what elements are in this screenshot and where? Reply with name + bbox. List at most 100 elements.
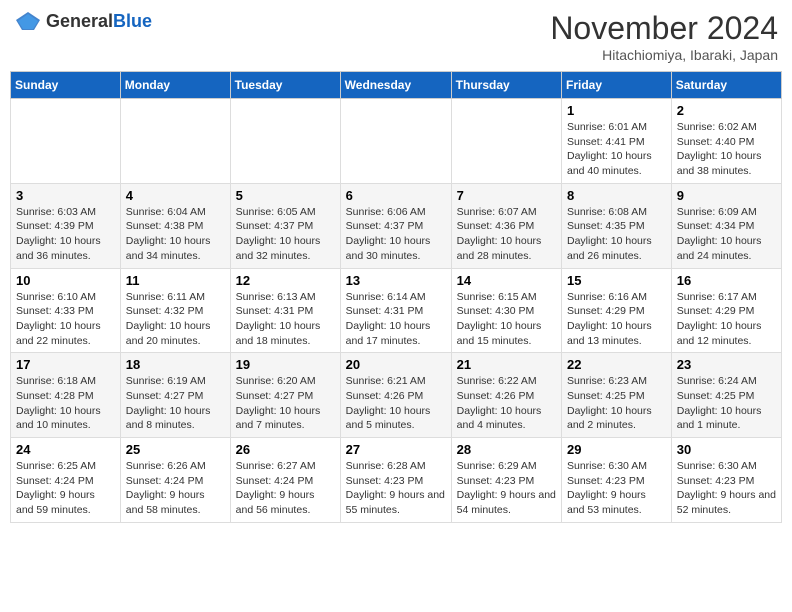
table-row: 29 Sunrise: 6:30 AM Sunset: 4:23 PM Dayli… [562,438,672,523]
day-number: 8 [567,188,666,203]
logo-text: GeneralBlue [46,11,152,32]
day-info: Sunrise: 6:27 AM Sunset: 4:24 PM Dayligh… [236,459,335,518]
header-tuesday: Tuesday [230,72,340,99]
day-info: Sunrise: 6:04 AM Sunset: 4:38 PM Dayligh… [126,205,225,264]
table-row: 8 Sunrise: 6:08 AM Sunset: 4:35 PM Daylig… [562,183,672,268]
table-row: 24 Sunrise: 6:25 AM Sunset: 4:24 PM Dayli… [11,438,121,523]
day-info: Sunrise: 6:23 AM Sunset: 4:25 PM Dayligh… [567,374,666,433]
day-info: Sunrise: 6:09 AM Sunset: 4:34 PM Dayligh… [677,205,776,264]
header-saturday: Saturday [671,72,781,99]
table-row: 14 Sunrise: 6:15 AM Sunset: 4:30 PM Dayli… [451,268,561,353]
day-info: Sunrise: 6:25 AM Sunset: 4:24 PM Dayligh… [16,459,115,518]
table-row: 28 Sunrise: 6:29 AM Sunset: 4:23 PM Dayli… [451,438,561,523]
table-row: 20 Sunrise: 6:21 AM Sunset: 4:26 PM Dayli… [340,353,451,438]
day-number: 7 [457,188,556,203]
table-row: 1 Sunrise: 6:01 AM Sunset: 4:41 PM Daylig… [562,99,672,184]
calendar-table: Sunday Monday Tuesday Wednesday Thursday… [10,71,782,523]
day-info: Sunrise: 6:06 AM Sunset: 4:37 PM Dayligh… [346,205,446,264]
day-number: 21 [457,357,556,372]
day-info: Sunrise: 6:02 AM Sunset: 4:40 PM Dayligh… [677,120,776,179]
day-number: 22 [567,357,666,372]
header-friday: Friday [562,72,672,99]
calendar-header: Sunday Monday Tuesday Wednesday Thursday… [11,72,782,99]
day-info: Sunrise: 6:28 AM Sunset: 4:23 PM Dayligh… [346,459,446,518]
day-info: Sunrise: 6:18 AM Sunset: 4:28 PM Dayligh… [16,374,115,433]
table-row: 6 Sunrise: 6:06 AM Sunset: 4:37 PM Daylig… [340,183,451,268]
table-row [451,99,561,184]
day-number: 29 [567,442,666,457]
day-info: Sunrise: 6:26 AM Sunset: 4:24 PM Dayligh… [126,459,225,518]
table-row: 16 Sunrise: 6:17 AM Sunset: 4:29 PM Dayli… [671,268,781,353]
title-area: November 2024 Hitachiomiya, Ibaraki, Jap… [550,10,778,63]
table-row: 3 Sunrise: 6:03 AM Sunset: 4:39 PM Daylig… [11,183,121,268]
day-number: 3 [16,188,115,203]
header-wednesday: Wednesday [340,72,451,99]
header-sunday: Sunday [11,72,121,99]
table-row [120,99,230,184]
day-number: 9 [677,188,776,203]
table-row: 19 Sunrise: 6:20 AM Sunset: 4:27 PM Dayli… [230,353,340,438]
day-number: 18 [126,357,225,372]
table-row [340,99,451,184]
table-row: 27Sunrise: 6:28 AM Sunset: 4:23 PM Dayli… [340,438,451,523]
day-number: 15 [567,273,666,288]
day-info: Sunrise: 6:30 AM Sunset: 4:23 PM Dayligh… [677,459,776,518]
table-row: 4 Sunrise: 6:04 AM Sunset: 4:38 PM Daylig… [120,183,230,268]
day-number: 19 [236,357,335,372]
day-number: 11 [126,273,225,288]
day-info: Sunrise: 6:30 AM Sunset: 4:23 PM Dayligh… [567,459,666,518]
day-info: Sunrise: 6:11 AM Sunset: 4:32 PM Dayligh… [126,290,225,349]
day-number: 17 [16,357,115,372]
header-row: Sunday Monday Tuesday Wednesday Thursday… [11,72,782,99]
day-info: Sunrise: 6:07 AM Sunset: 4:36 PM Dayligh… [457,205,556,264]
day-number: 23 [677,357,776,372]
day-number: 26 [236,442,335,457]
table-row: 9 Sunrise: 6:09 AM Sunset: 4:34 PM Daylig… [671,183,781,268]
day-number: 30 [677,442,776,457]
table-row: 21 Sunrise: 6:22 AM Sunset: 4:26 PM Dayli… [451,353,561,438]
table-row [230,99,340,184]
day-info: Sunrise: 6:16 AM Sunset: 4:29 PM Dayligh… [567,290,666,349]
day-number: 2 [677,103,776,118]
day-info: Sunrise: 6:17 AM Sunset: 4:29 PM Dayligh… [677,290,776,349]
day-number: 13 [346,273,446,288]
table-row: 25 Sunrise: 6:26 AM Sunset: 4:24 PM Dayli… [120,438,230,523]
table-row [11,99,121,184]
table-row: 7 Sunrise: 6:07 AM Sunset: 4:36 PM Daylig… [451,183,561,268]
day-info: Sunrise: 6:01 AM Sunset: 4:41 PM Dayligh… [567,120,666,179]
day-number: 5 [236,188,335,203]
header-thursday: Thursday [451,72,561,99]
table-row: 22 Sunrise: 6:23 AM Sunset: 4:25 PM Dayli… [562,353,672,438]
day-number: 4 [126,188,225,203]
day-number: 6 [346,188,446,203]
day-info: Sunrise: 6:08 AM Sunset: 4:35 PM Dayligh… [567,205,666,264]
table-row: 26 Sunrise: 6:27 AM Sunset: 4:24 PM Dayli… [230,438,340,523]
day-number: 10 [16,273,115,288]
calendar-body: 1 Sunrise: 6:01 AM Sunset: 4:41 PM Daylig… [11,99,782,523]
day-info: Sunrise: 6:21 AM Sunset: 4:26 PM Dayligh… [346,374,446,433]
table-row: 17 Sunrise: 6:18 AM Sunset: 4:28 PM Dayli… [11,353,121,438]
table-row: 30 Sunrise: 6:30 AM Sunset: 4:23 PM Dayli… [671,438,781,523]
day-info: Sunrise: 6:22 AM Sunset: 4:26 PM Dayligh… [457,374,556,433]
month-year-title: November 2024 [550,10,778,47]
header-monday: Monday [120,72,230,99]
logo-icon [14,10,42,32]
table-row: 10 Sunrise: 6:10 AM Sunset: 4:33 PM Dayli… [11,268,121,353]
day-number: 25 [126,442,225,457]
day-number: 14 [457,273,556,288]
table-row: 13Sunrise: 6:14 AM Sunset: 4:31 PM Dayli… [340,268,451,353]
day-info: Sunrise: 6:03 AM Sunset: 4:39 PM Dayligh… [16,205,115,264]
table-row: 11 Sunrise: 6:11 AM Sunset: 4:32 PM Dayli… [120,268,230,353]
day-number: 24 [16,442,115,457]
day-number: 16 [677,273,776,288]
day-info: Sunrise: 6:15 AM Sunset: 4:30 PM Dayligh… [457,290,556,349]
day-number: 1 [567,103,666,118]
day-info: Sunrise: 6:13 AM Sunset: 4:31 PM Dayligh… [236,290,335,349]
day-info: Sunrise: 6:29 AM Sunset: 4:23 PM Dayligh… [457,459,556,518]
day-info: Sunrise: 6:20 AM Sunset: 4:27 PM Dayligh… [236,374,335,433]
logo-blue: Blue [113,11,152,31]
day-number: 20 [346,357,446,372]
day-info: Sunrise: 6:10 AM Sunset: 4:33 PM Dayligh… [16,290,115,349]
day-number: 28 [457,442,556,457]
table-row: 2 Sunrise: 6:02 AM Sunset: 4:40 PM Daylig… [671,99,781,184]
